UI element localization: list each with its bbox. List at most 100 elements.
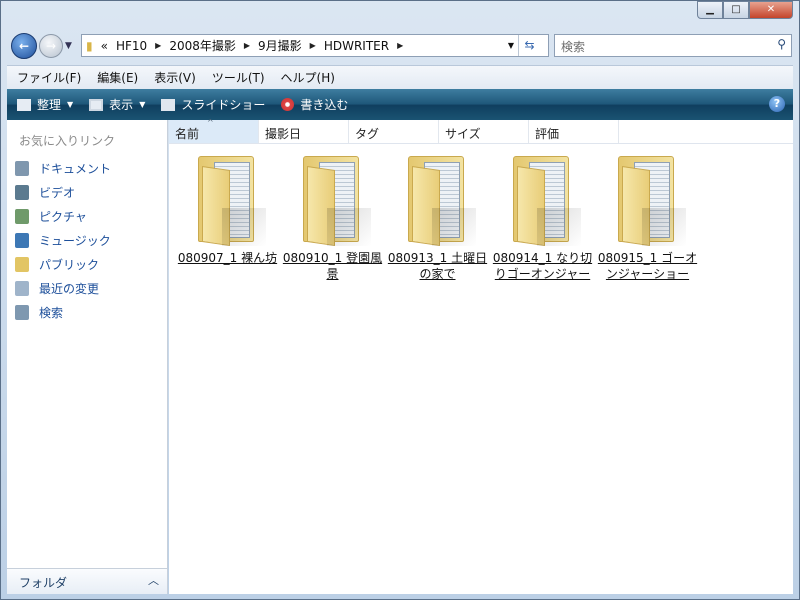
file-list: ^ 名前 撮影日 タグ サイズ 評価 080907_1 裸ん坊 080910_1 …: [169, 118, 793, 594]
folder-label[interactable]: 080907_1 裸ん坊: [175, 250, 280, 266]
views-button[interactable]: 表示 ▼: [89, 96, 145, 113]
refresh-icon[interactable]: ⇆: [518, 35, 540, 56]
folders-toggle[interactable]: フォルダ ︿: [7, 568, 167, 594]
favorite-links-header: お気に入りリンク: [19, 134, 116, 148]
breadcrumb-overflow[interactable]: «: [101, 39, 108, 53]
sidebar-item-documents[interactable]: ドキュメント: [7, 156, 167, 180]
folder-label[interactable]: 080914_1 なり切りゴーオンジャー: [490, 250, 595, 282]
column-label: タグ: [355, 127, 380, 141]
video-icon: [15, 184, 29, 200]
column-rating[interactable]: 評価: [529, 120, 619, 143]
sidebar-item-public[interactable]: パブリック: [7, 252, 167, 276]
slideshow-button[interactable]: スライドショー: [161, 96, 265, 113]
folder-icon: [192, 148, 266, 248]
close-button[interactable]: ✕: [749, 1, 793, 19]
menu-bar: ファイル(F) 編集(E) 表示(V) ツール(T) ヘルプ(H): [7, 65, 793, 89]
chevron-up-icon: ︿: [148, 574, 159, 587]
column-headers: ^ 名前 撮影日 タグ サイズ 評価: [169, 118, 793, 144]
sidebar-item-label: ミュージック: [39, 233, 111, 248]
address-dropdown-icon[interactable]: ▼: [508, 41, 514, 50]
burn-disc-icon: [281, 98, 295, 111]
slideshow-icon: [161, 98, 176, 111]
menu-tools[interactable]: ツール(T): [212, 69, 265, 86]
column-label: 名前: [175, 127, 200, 141]
search-icon: [15, 304, 29, 320]
folder-icon: [15, 256, 29, 272]
sort-ascending-icon: ^: [207, 118, 214, 127]
recent-pages-dropdown[interactable]: ▼: [65, 41, 72, 51]
explorer-window: ▁ □ ✕ ← → ▼ ▮ « HF10 ▶ 2008年撮影 ▶ 9月撮影 ▶ HDW…: [0, 0, 800, 600]
window-controls: ▁ □ ✕: [697, 1, 793, 19]
breadcrumb-hdwriter[interactable]: HDWRITER: [324, 39, 389, 53]
folder-item[interactable]: 080907_1 裸ん坊: [175, 148, 280, 282]
folder-icon: [612, 148, 686, 248]
folder-icon: [507, 148, 581, 248]
back-button[interactable]: ←: [11, 33, 37, 59]
address-bar[interactable]: ▮ « HF10 ▶ 2008年撮影 ▶ 9月撮影 ▶ HDWRITER ▶ ▼ ⇆: [81, 34, 549, 57]
navigation-pane: お気に入りリンク ドキュメント ビデオ ピクチャ ミュージック パブリック 最近…: [7, 120, 168, 594]
organize-button[interactable]: 整理 ▼: [17, 96, 73, 113]
sidebar-item-label: 最近の変更: [39, 281, 100, 296]
folder-label[interactable]: 080913_1 土曜日の家で: [385, 250, 490, 282]
chevron-right-icon[interactable]: ▶: [244, 41, 250, 50]
column-tags[interactable]: タグ: [349, 120, 439, 143]
sidebar-item-music[interactable]: ミュージック: [7, 228, 167, 252]
chevron-right-icon[interactable]: ▶: [310, 41, 316, 50]
sidebar-item-pictures[interactable]: ピクチャ: [7, 204, 167, 228]
folder-item[interactable]: 080915_1 ゴーオンジャーショー: [595, 148, 700, 282]
breadcrumb-hf10[interactable]: HF10: [116, 39, 147, 53]
navigation-buttons: ← → ▼: [11, 33, 72, 59]
folders-label: フォルダ: [19, 576, 68, 590]
column-name[interactable]: ^ 名前: [169, 118, 259, 143]
music-icon: [15, 232, 29, 248]
sidebar-item-video[interactable]: ビデオ: [7, 180, 167, 204]
column-size[interactable]: サイズ: [439, 120, 529, 143]
menu-edit[interactable]: 編集(E): [97, 69, 138, 86]
sidebar-item-search[interactable]: 検索: [7, 300, 167, 324]
folder-label[interactable]: 080910_1 登園風景: [280, 250, 385, 282]
command-bar: 整理 ▼ 表示 ▼ スライドショー 書き込む ?: [7, 89, 793, 120]
column-label: 評価: [535, 127, 560, 141]
menu-help[interactable]: ヘルプ(H): [281, 69, 335, 86]
forward-button[interactable]: →: [39, 34, 63, 58]
chevron-down-icon: ▼: [67, 100, 74, 109]
chevron-right-icon[interactable]: ▶: [155, 41, 161, 50]
chevron-down-icon: ▼: [139, 100, 146, 109]
folder-label[interactable]: 080915_1 ゴーオンジャーショー: [595, 250, 700, 282]
minimize-button[interactable]: ▁: [697, 1, 723, 19]
sidebar-item-label: ビデオ: [39, 185, 76, 200]
sidebar-item-label: パブリック: [39, 257, 100, 272]
maximize-button[interactable]: □: [723, 1, 749, 19]
sidebar-item-label: ドキュメント: [39, 161, 112, 176]
search-placeholder: 検索: [561, 40, 586, 54]
search-icon[interactable]: ⚲: [777, 37, 786, 51]
documents-icon: [15, 160, 29, 176]
folder-item[interactable]: 080913_1 土曜日の家で: [385, 148, 490, 282]
sidebar-item-recent[interactable]: 最近の変更: [7, 276, 167, 300]
menu-file[interactable]: ファイル(F): [17, 69, 81, 86]
column-date-taken[interactable]: 撮影日: [259, 120, 349, 143]
views-icon: [89, 98, 104, 111]
folder-icon: [402, 148, 476, 248]
help-icon[interactable]: ?: [769, 96, 785, 112]
organize-label: 整理: [37, 98, 62, 112]
breadcrumb-september[interactable]: 9月撮影: [258, 37, 302, 54]
folder-item[interactable]: 080910_1 登園風景: [280, 148, 385, 282]
pictures-icon: [15, 208, 29, 224]
sidebar-item-label: 検索: [39, 305, 64, 320]
menu-view[interactable]: 表示(V): [154, 69, 196, 86]
folder-icon: [297, 148, 371, 248]
breadcrumb-2008[interactable]: 2008年撮影: [169, 37, 236, 54]
slideshow-label: スライドショー: [181, 98, 266, 112]
column-label: 撮影日: [265, 127, 302, 141]
chevron-right-icon[interactable]: ▶: [397, 41, 403, 50]
burn-label: 書き込む: [300, 98, 349, 112]
folder-grid: 080907_1 裸ん坊 080910_1 登園風景 080913_1 土曜日の…: [169, 144, 793, 282]
search-input[interactable]: 検索 ⚲: [554, 34, 792, 57]
sidebar-item-label: ピクチャ: [39, 209, 87, 224]
burn-button[interactable]: 書き込む: [281, 96, 348, 113]
views-label: 表示: [109, 98, 134, 112]
organize-icon: [17, 98, 31, 111]
recent-icon: [15, 280, 29, 296]
folder-item[interactable]: 080914_1 なり切りゴーオンジャー: [490, 148, 595, 282]
